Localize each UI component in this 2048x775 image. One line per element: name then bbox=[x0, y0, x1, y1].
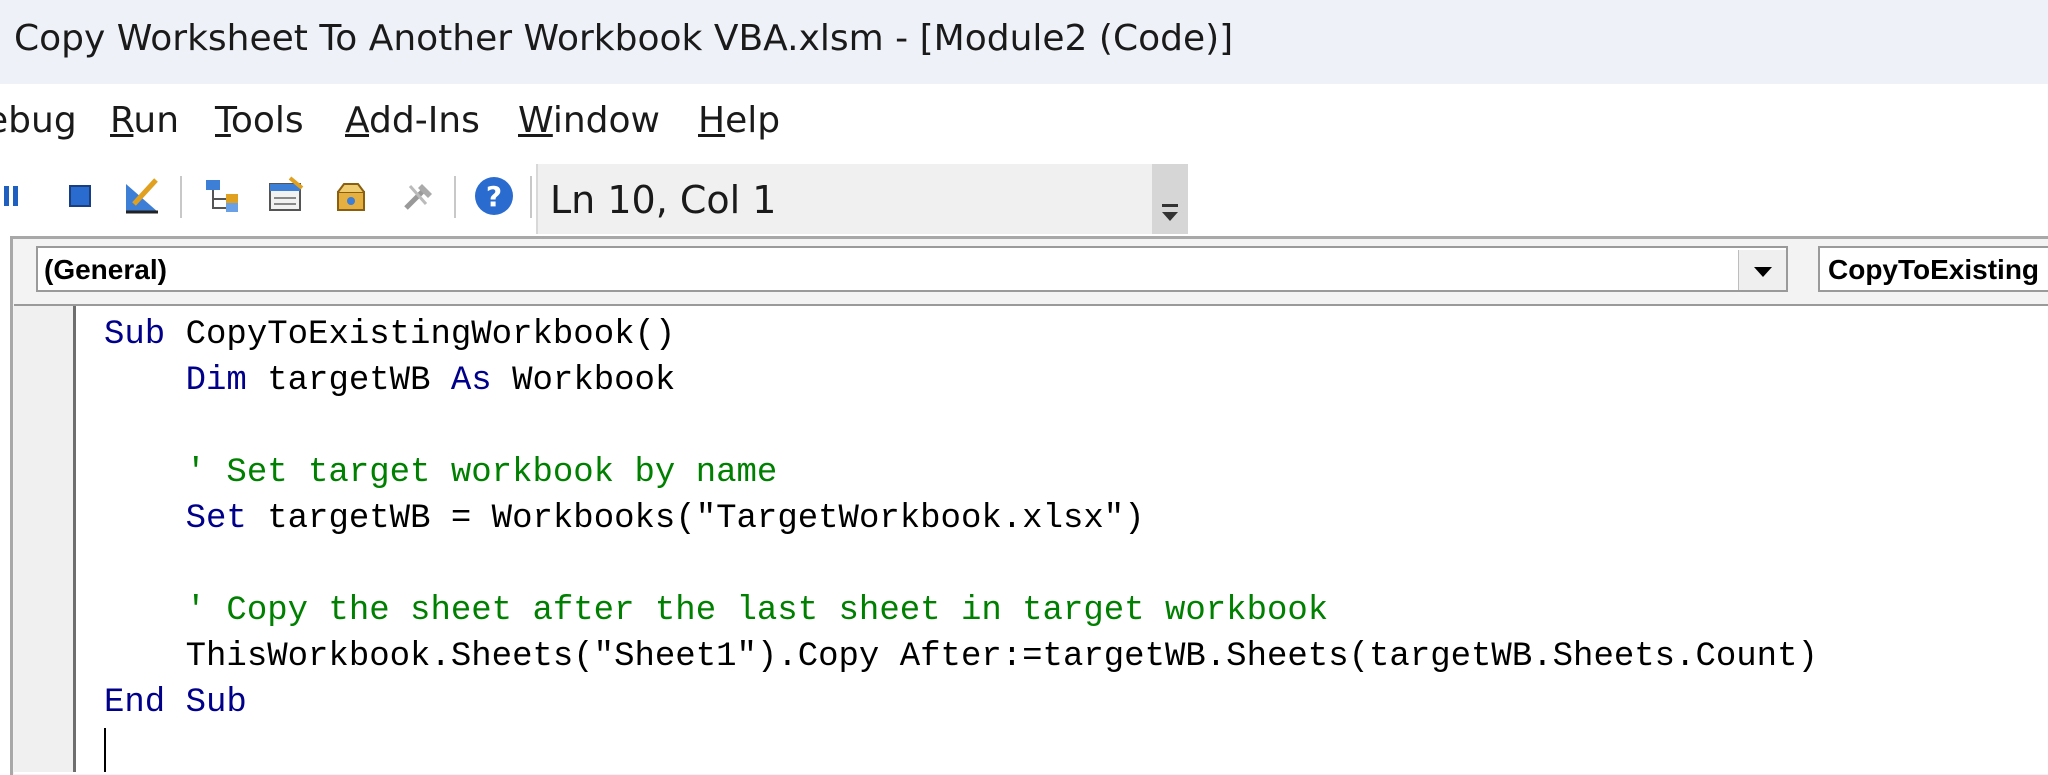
code-line[interactable]: ' Copy the sheet after the last sheet in… bbox=[104, 592, 1329, 630]
menu-window-label: indow bbox=[552, 100, 660, 141]
text-caret bbox=[104, 728, 106, 772]
code-keyword: Dim bbox=[185, 362, 247, 400]
code-keyword: Set bbox=[185, 500, 247, 538]
menu-tools[interactable]: Tools bbox=[215, 100, 304, 141]
menu-window[interactable]: Window bbox=[518, 100, 660, 141]
menu-add-ins[interactable]: Add-Ins bbox=[345, 100, 480, 141]
menu-run[interactable]: Run bbox=[110, 100, 179, 141]
procedure-combo-value: CopyToExisting bbox=[1828, 254, 2040, 285]
object-combo-dropdown[interactable] bbox=[1738, 250, 1786, 290]
code-comment: ' Copy the sheet after the last sheet in… bbox=[104, 592, 1329, 630]
code-text: targetWB bbox=[246, 362, 451, 400]
code-line[interactable]: End Sub bbox=[104, 684, 247, 722]
object-browser-icon[interactable] bbox=[330, 174, 374, 218]
menu-add-ins-mnemonic: A bbox=[345, 100, 369, 141]
menu-add-ins-label: dd-Ins bbox=[369, 100, 480, 141]
code-text: ThisWorkbook.Sheets("Sheet1").Copy After… bbox=[104, 638, 1818, 676]
title-bar: Copy Worksheet To Another Workbook VBA.x… bbox=[0, 0, 2048, 84]
code-keyword: End bbox=[104, 684, 166, 722]
menu-help[interactable]: Help bbox=[698, 100, 780, 141]
toolbar-options-grip[interactable] bbox=[1152, 164, 1188, 234]
code-keyword: Sub bbox=[104, 316, 166, 354]
code-line[interactable]: ' Set target workbook by name bbox=[104, 454, 778, 492]
menu-run-label: un bbox=[133, 100, 180, 141]
code-text: CopyToExistingWorkbook() bbox=[165, 316, 676, 354]
code-text: targetWB = Workbooks("TargetWorkbook.xls… bbox=[246, 500, 1145, 538]
code-line[interactable]: ThisWorkbook.Sheets("Sheet1").Copy After… bbox=[104, 638, 1818, 676]
object-combo-value: (General) bbox=[44, 254, 167, 285]
menu-window-mnemonic: W bbox=[518, 100, 553, 141]
menu-debug-label: ebug bbox=[0, 100, 77, 141]
object-combo[interactable] bbox=[36, 246, 1788, 292]
break-icon[interactable] bbox=[0, 174, 44, 218]
code-comment: ' Set target workbook by name bbox=[104, 454, 778, 492]
chevron-down-icon bbox=[1754, 267, 1772, 277]
code-line[interactable]: Set targetWB = Workbooks("TargetWorkbook… bbox=[104, 500, 1145, 538]
menu-help-label: elp bbox=[725, 100, 781, 141]
toolbar-separator bbox=[454, 176, 456, 218]
toolbar-separator bbox=[180, 176, 182, 218]
margin-indicator-bar[interactable] bbox=[14, 306, 76, 772]
menu-bar bbox=[0, 84, 2048, 164]
help-icon[interactable]: ? bbox=[472, 174, 516, 218]
cursor-position: Ln 10, Col 1 bbox=[550, 178, 777, 222]
code-keyword: As bbox=[450, 362, 492, 400]
code-line[interactable]: Sub CopyToExistingWorkbook() bbox=[104, 316, 675, 354]
reset-icon[interactable] bbox=[58, 174, 102, 218]
window-title: Copy Worksheet To Another Workbook VBA.x… bbox=[14, 18, 1234, 59]
code-line[interactable]: Dim targetWB As Workbook bbox=[104, 362, 676, 400]
design-mode-icon[interactable] bbox=[120, 174, 164, 218]
menu-tools-mnemonic: T bbox=[215, 100, 231, 141]
toolbar-separator bbox=[530, 176, 532, 218]
project-explorer-icon[interactable] bbox=[200, 174, 244, 218]
toolbox-icon[interactable] bbox=[396, 174, 440, 218]
menu-run-mnemonic: R bbox=[110, 100, 134, 141]
code-keyword: Sub bbox=[185, 684, 247, 722]
menu-tools-label: ools bbox=[230, 100, 304, 141]
toolbar-options-icon bbox=[1162, 204, 1178, 221]
properties-window-icon[interactable] bbox=[264, 174, 308, 218]
svg-text:?: ? bbox=[486, 180, 502, 213]
menu-debug[interactable]: ebug bbox=[0, 100, 77, 141]
code-text: Workbook bbox=[491, 362, 676, 400]
menu-help-mnemonic: H bbox=[698, 100, 726, 141]
